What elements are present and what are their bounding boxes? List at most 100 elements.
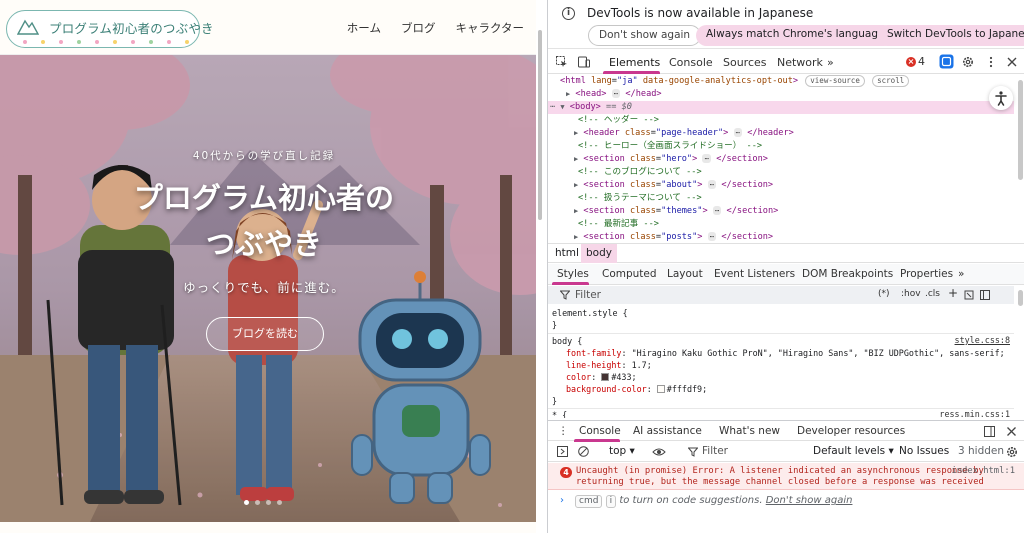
styles-pane[interactable]: element.style { } body { style.css:8 fon… [548, 305, 1014, 418]
dock-drawer-icon[interactable] [984, 426, 995, 437]
error-repeat-count: 4 [560, 467, 572, 478]
slide-dot-1[interactable] [244, 500, 249, 505]
dom-node-section-hero[interactable]: ▶ <section class="hero"> ⋯ </section> [548, 153, 1014, 166]
tab-console[interactable]: Console [669, 56, 713, 69]
tab-dom-breakpoints[interactable]: DOM Breakpoints [802, 268, 893, 280]
dom-node-body-selected[interactable]: ⋯ ▼ <body> == $0 [548, 101, 1014, 114]
font-family-declaration[interactable]: font-family: "Hiragino Kaku Gothic ProN"… [566, 347, 1005, 359]
element-style-rule[interactable]: element.style { [552, 307, 628, 319]
cls-toggle[interactable]: .cls [925, 289, 940, 299]
hero-title-line1: プログラム初心者の [133, 181, 395, 215]
dom-tree[interactable]: <html lang="ja" data-google-analytics-op… [548, 75, 1014, 242]
expand-arrow-icon[interactable]: ▶ [566, 90, 570, 98]
hov-toggle[interactable]: :hov [901, 289, 921, 299]
drawer-tab-developer-resources[interactable]: Developer resources [797, 425, 905, 437]
dom-node-section-posts[interactable]: ▶ <section class="posts"> ⋯ </section> [548, 231, 1014, 242]
console-filter-input[interactable]: Filter [702, 445, 728, 457]
scroll-pill[interactable]: scroll [872, 75, 910, 87]
tab-event-listeners[interactable]: Event Listeners [714, 268, 795, 280]
nav-home[interactable]: ホーム [347, 20, 381, 36]
dom-comment: <!-- ヘッダー --> [578, 115, 659, 125]
body-rule-source-link[interactable]: style.css:8 [955, 335, 1010, 345]
tab-network[interactable]: Network [777, 56, 823, 69]
expand-arrow-icon[interactable]: ▶ [574, 233, 578, 241]
settings-gear-icon[interactable] [962, 56, 974, 68]
ai-assistance-icon[interactable] [939, 54, 954, 69]
dom-node-html[interactable]: <html lang="ja" data-google-analytics-op… [548, 75, 1014, 88]
devtools-main-toolbar: Elements Console Sources Network » × 4 [548, 50, 1024, 74]
pseudo-toggle[interactable]: (*) [878, 289, 890, 299]
drawer-tab-console[interactable]: Console [579, 425, 621, 437]
breadcrumb: html body [548, 243, 1024, 263]
language-infobar: i DevTools is now available in Japanese … [548, 0, 1024, 49]
issues-count[interactable]: No Issues [899, 445, 949, 457]
inspect-element-icon[interactable] [556, 56, 568, 68]
accessibility-icon[interactable] [989, 86, 1013, 110]
tab-layout[interactable]: Layout [667, 268, 703, 280]
log-levels-dropdown[interactable]: Default levels ▾ [813, 445, 894, 457]
drawer-menu-icon[interactable]: ⋮ [558, 425, 569, 437]
read-blog-button[interactable]: ブログを読む [206, 317, 324, 351]
view-source-pill[interactable]: view-source [805, 75, 865, 87]
nav-blog[interactable]: ブログ [401, 20, 436, 36]
switch-to-japanese-button[interactable]: Switch DevTools to Japanese [877, 25, 1024, 46]
more-tabs-icon[interactable]: » [827, 56, 834, 69]
page-scrollbar[interactable] [538, 30, 542, 220]
site-logo[interactable]: プログラム初心者のつぶやき [6, 10, 214, 48]
error-source-link[interactable]: index.html:1 [951, 466, 1015, 476]
console-settings-icon[interactable] [1006, 446, 1018, 458]
drawer-tab-ai-assistance[interactable]: AI assistance [633, 425, 702, 437]
color-declaration[interactable]: color: #433; [566, 371, 637, 383]
element-state-icon[interactable] [964, 290, 974, 300]
dont-show-again-button[interactable]: Don't show again [588, 25, 702, 46]
dom-node-section-about[interactable]: ▶ <section class="about"> ⋯ </section> [548, 179, 1014, 192]
body-rule-selector[interactable]: body { [552, 335, 582, 347]
computed-sidebar-icon[interactable] [980, 290, 990, 300]
styles-scrollbar[interactable] [1018, 290, 1023, 306]
device-toolbar-icon[interactable] [578, 56, 590, 68]
expand-arrow-icon[interactable]: ▶ [574, 155, 578, 163]
console-error-message[interactable]: 4 Uncaught (in promise) Error: A listene… [548, 463, 1024, 490]
hint-dont-show-again-link[interactable]: Don't show again [766, 495, 853, 506]
close-drawer-icon[interactable] [1006, 426, 1017, 437]
expand-arrow-icon[interactable]: ▶ [574, 129, 578, 137]
line-height-declaration[interactable]: line-height: 1.7; [566, 359, 652, 371]
expand-arrow-icon[interactable]: ▶ [574, 207, 578, 215]
more-subtabs-icon[interactable]: » [958, 268, 964, 280]
error-counter[interactable]: × 4 [906, 55, 925, 68]
live-expression-eye-icon[interactable] [652, 447, 666, 457]
breadcrumb-body[interactable]: body [581, 244, 617, 263]
sidebar-toggle-icon[interactable] [557, 446, 568, 457]
new-style-rule-icon[interactable]: + [948, 286, 958, 300]
collapse-arrow-icon[interactable]: ▼ [560, 103, 564, 111]
tab-sources[interactable]: Sources [723, 56, 767, 69]
nav-characters[interactable]: キャラクター [455, 20, 524, 36]
bg-color-swatch-icon[interactable] [656, 385, 665, 393]
dom-node-header[interactable]: ▶ <header class="page-header"> ⋯ </heade… [548, 127, 1014, 140]
tab-elements[interactable]: Elements [609, 56, 660, 69]
slide-dot-2[interactable] [255, 500, 260, 505]
expand-arrow-icon[interactable]: ▶ [574, 181, 578, 189]
universal-rule-source-link[interactable]: ress.min.css:1 [939, 409, 1010, 418]
dom-tree-scrollbar[interactable] [1018, 80, 1023, 180]
tab-computed[interactable]: Computed [602, 268, 657, 280]
slide-dot-4[interactable] [277, 500, 282, 505]
styles-filter-input[interactable]: Filter [575, 289, 601, 301]
console-prompt[interactable]: › cmd i to turn on code suggestions. Don… [548, 492, 1024, 512]
color-swatch-icon[interactable] [601, 373, 610, 381]
dom-node-head[interactable]: ▶ <head> ⋯ </head> [548, 88, 1014, 101]
drawer-tab-whats-new[interactable]: What's new [719, 425, 780, 437]
match-chrome-language-button[interactable]: Always match Chrome's language [696, 25, 895, 46]
more-options-icon[interactable] [985, 56, 997, 68]
breadcrumb-html[interactable]: html [555, 247, 579, 259]
tab-properties[interactable]: Properties [900, 268, 953, 280]
slide-dot-3[interactable] [266, 500, 271, 505]
context-selector[interactable]: top ▾ [609, 445, 635, 457]
dom-node-section-themes[interactable]: ▶ <section class="themes"> ⋯ </section> [548, 205, 1014, 218]
background-color-declaration[interactable]: background-color: #fffdf9; [566, 383, 707, 395]
logo-title: プログラム初心者のつぶやき [49, 21, 214, 36]
tab-styles[interactable]: Styles [557, 268, 589, 280]
clear-console-icon[interactable] [578, 446, 589, 457]
universal-rule-selector[interactable]: * { [552, 409, 567, 418]
close-devtools-icon[interactable] [1006, 56, 1018, 68]
